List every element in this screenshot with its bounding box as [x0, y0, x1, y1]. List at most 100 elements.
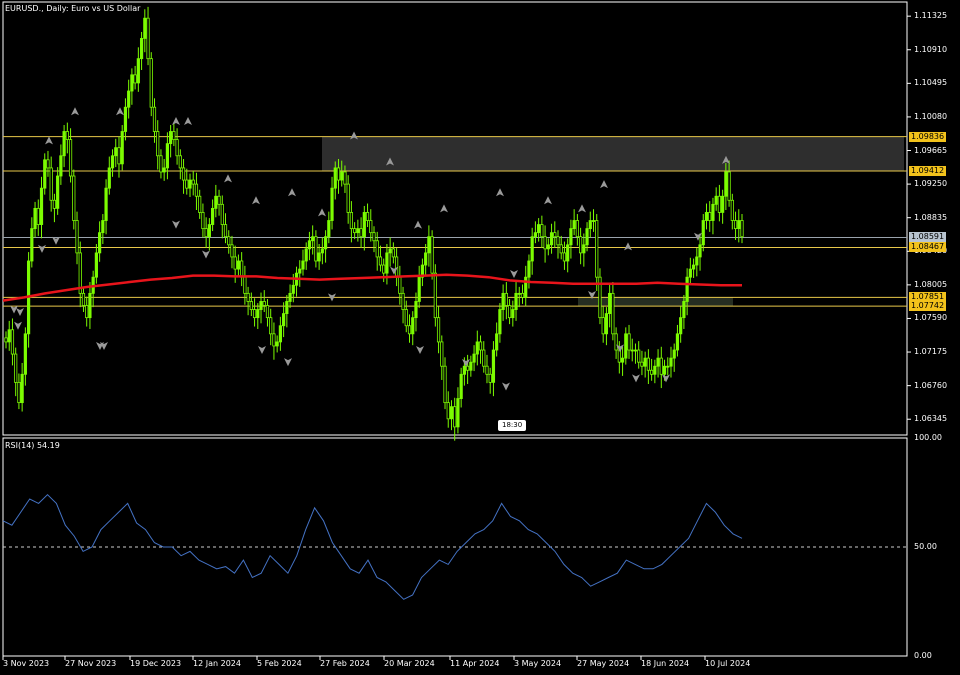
candle	[372, 232, 376, 242]
candle	[637, 349, 641, 363]
time-axis-label: 27 May 2024	[577, 659, 630, 668]
fractal-down-arrow	[38, 244, 46, 253]
fractal-down-arrow	[14, 321, 22, 330]
candle	[514, 292, 518, 310]
fractal-up-arrow	[600, 180, 608, 189]
time-badge-label: 18:30	[502, 421, 523, 429]
fractal-up-arrow	[544, 196, 552, 205]
candle	[578, 236, 583, 254]
rsi-title: RSI(14) 54.19	[5, 441, 60, 450]
candle	[181, 167, 186, 181]
candle	[265, 305, 270, 319]
candle	[608, 292, 612, 314]
candle	[443, 365, 447, 404]
candle	[401, 292, 405, 310]
candle	[643, 357, 647, 367]
candle	[314, 236, 318, 262]
candle	[249, 301, 253, 310]
candle	[504, 292, 508, 306]
candle	[262, 301, 266, 306]
candle	[385, 252, 389, 274]
fractal-down-arrow	[510, 269, 518, 278]
price-tag: 1.07742	[909, 301, 947, 312]
candle	[198, 195, 202, 213]
candle	[194, 183, 199, 197]
price-chart[interactable]	[0, 0, 960, 675]
candle	[656, 357, 660, 367]
chart-title: EURUSD., Daily: Euro vs US Dollar	[5, 4, 141, 13]
candle	[682, 301, 686, 319]
candle	[662, 365, 667, 375]
candle	[430, 236, 434, 274]
candle	[491, 349, 496, 383]
candle	[214, 195, 218, 209]
candle	[717, 195, 722, 213]
candle	[152, 106, 157, 132]
candle	[56, 175, 60, 209]
candle	[72, 175, 76, 221]
candle	[275, 341, 279, 347]
candle	[730, 199, 734, 221]
candle	[498, 309, 502, 335]
candle	[530, 236, 534, 262]
candle	[533, 232, 538, 238]
candle	[691, 264, 696, 270]
candle	[240, 260, 244, 278]
candle	[524, 276, 528, 298]
time-axis-label: 11 Apr 2024	[450, 659, 500, 668]
candle	[495, 333, 499, 351]
candle	[36, 207, 40, 225]
price-axis-label: 1.06345	[914, 414, 948, 424]
candle	[323, 236, 328, 250]
candle	[482, 349, 486, 367]
candle	[543, 236, 547, 250]
candle	[640, 361, 644, 367]
candle	[30, 228, 34, 262]
candle	[227, 236, 231, 246]
time-axis-label: 3 May 2024	[514, 659, 562, 668]
fractal-down-arrow	[502, 382, 510, 391]
candle	[427, 236, 431, 254]
candle	[320, 248, 324, 254]
candle	[553, 232, 557, 238]
candle	[527, 260, 531, 278]
candle	[449, 406, 454, 420]
fractal-up-arrow	[318, 208, 326, 217]
candle	[659, 357, 663, 375]
candle	[472, 353, 476, 363]
supply-demand-zone	[322, 136, 904, 171]
candle	[207, 224, 211, 238]
candle	[359, 228, 363, 238]
candle	[559, 244, 563, 254]
fractal-down-arrow	[202, 250, 210, 259]
candle	[404, 309, 408, 327]
time-axis-label: 12 Jan 2024	[193, 659, 241, 668]
candle	[556, 236, 560, 246]
candle	[123, 106, 128, 132]
candle	[704, 212, 709, 221]
candle	[327, 220, 331, 238]
candle	[595, 220, 599, 278]
price-axis-label: 1.09250	[914, 179, 948, 189]
candle	[46, 159, 50, 169]
candle	[10, 329, 15, 355]
candle	[672, 349, 676, 359]
candle	[333, 167, 337, 189]
candle	[727, 171, 731, 201]
candle	[453, 406, 457, 428]
price-axis-label: 1.07590	[914, 313, 948, 323]
candle	[39, 187, 44, 225]
candle	[356, 228, 360, 234]
candle	[475, 341, 479, 355]
candle	[252, 309, 257, 319]
price-axis-label: 1.11325	[914, 11, 948, 21]
candle	[666, 365, 670, 368]
candle	[440, 341, 444, 367]
candle	[162, 167, 166, 173]
fractal-down-arrow	[632, 374, 640, 383]
price-axis-label: 1.10080	[914, 111, 948, 121]
time-axis-label: 18 Jun 2024	[641, 659, 690, 668]
candle	[7, 329, 11, 343]
candle	[110, 155, 115, 169]
time-axis-label: 27 Nov 2023	[65, 659, 117, 668]
